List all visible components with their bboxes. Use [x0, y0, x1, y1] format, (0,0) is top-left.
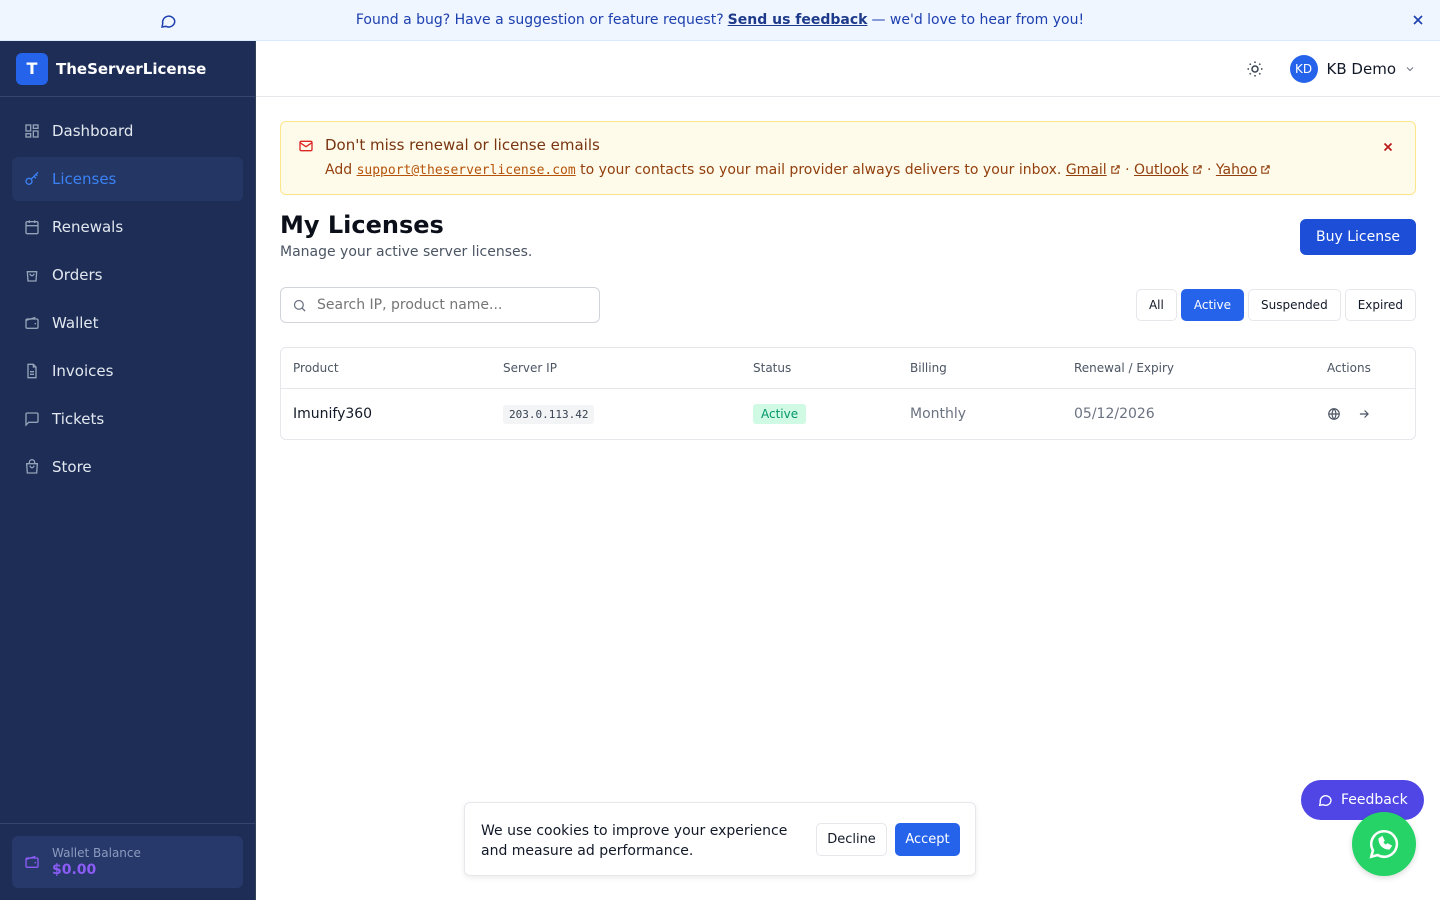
notice-text-after: to your contacts so your mail provider a… [580, 162, 1062, 178]
dashboard-icon [25, 124, 39, 138]
separator: · [1207, 162, 1212, 178]
product-name: Imunify360 [293, 406, 373, 422]
close-icon[interactable] [1410, 12, 1426, 28]
wallet-balance-value: $0.00 [52, 862, 97, 878]
sidebar-item-tickets[interactable]: Tickets [12, 397, 243, 441]
avatar: KD [1289, 55, 1318, 83]
sidebar-item-invoices[interactable]: Invoices [12, 349, 243, 393]
notice-text-before: Add [325, 162, 353, 178]
bag-icon [26, 271, 38, 282]
sidebar-item-label: Renewals [52, 218, 124, 236]
banner-text-after: — we'd love to hear from you! [871, 12, 1085, 28]
main-content: Don't miss renewal or license emails Add… [280, 121, 1416, 440]
sidebar: T TheServerLicense Dashboard Licenses Re… [0, 41, 256, 900]
wallet-icon [25, 855, 39, 868]
sidebar-item-orders[interactable]: Orders [12, 253, 243, 297]
mail-icon [299, 140, 313, 152]
external-link-icon [1261, 165, 1270, 174]
outlook-link[interactable]: Outlook [1134, 162, 1203, 178]
wallet-balance-label: Wallet Balance [52, 846, 141, 860]
sidebar-item-store[interactable]: Store [12, 445, 243, 489]
buy-license-button[interactable]: Buy License [1300, 219, 1416, 255]
table-row[interactable]: Imunify360 203.0.113.42 Active Monthly 0… [281, 389, 1415, 439]
send-feedback-link[interactable]: Send us feedback [728, 12, 868, 28]
search-icon [293, 299, 306, 312]
user-menu[interactable]: KD KB Demo [1289, 55, 1416, 83]
search-input[interactable] [317, 297, 587, 313]
column-header-status[interactable]: Status [753, 361, 791, 375]
gmail-link[interactable]: Gmail [1066, 162, 1121, 178]
sidebar-item-licenses[interactable]: Licenses [12, 157, 243, 201]
sidebar-item-label: Dashboard [52, 122, 134, 140]
whatsapp-button[interactable] [1352, 812, 1416, 876]
page-title: My Licenses [280, 211, 444, 239]
accept-button[interactable]: Accept [895, 823, 960, 856]
divider [0, 823, 255, 824]
column-header-billing[interactable]: Billing [910, 361, 947, 375]
cookie-text: We use cookies to improve your experienc… [481, 823, 788, 859]
brand[interactable]: T TheServerLicense [0, 41, 255, 97]
decline-button[interactable]: Decline [816, 823, 887, 856]
renewal-date: 05/12/2026 [1074, 406, 1155, 422]
sidebar-nav: Dashboard Licenses Renewals Orders Walle… [0, 97, 255, 505]
sidebar-item-renewals[interactable]: Renewals [12, 205, 243, 249]
sun-icon[interactable] [1246, 60, 1264, 78]
brand-logo: T [16, 52, 48, 85]
server-ip: 203.0.113.42 [503, 405, 595, 424]
feedback-button[interactable]: Feedback [1301, 780, 1424, 820]
filter-active-button[interactable]: Active [1180, 289, 1244, 321]
feedback-banner: Found a bug? Have a suggestion or featur… [0, 0, 1440, 41]
filter-suspended-button[interactable]: Suspended [1247, 289, 1341, 321]
email-notice: Don't miss renewal or license emails Add… [280, 121, 1416, 195]
banner-text-before: Found a bug? Have a suggestion or featur… [355, 12, 724, 28]
store-icon [25, 459, 39, 474]
chat-icon [25, 412, 39, 427]
sidebar-item-dashboard[interactable]: Dashboard [12, 109, 243, 153]
sidebar-item-label: Wallet [52, 314, 99, 332]
document-icon [27, 363, 37, 379]
separator: · [1125, 162, 1130, 178]
wallet-icon [25, 316, 39, 329]
user-name: KB Demo [1326, 60, 1396, 78]
key-icon [25, 171, 39, 185]
status-badge: Active [753, 404, 807, 424]
notice-title: Don't miss renewal or license emails [325, 136, 600, 154]
brand-name: TheServerLicense [56, 59, 207, 78]
close-icon[interactable] [1381, 140, 1395, 154]
chat-icon [161, 15, 176, 28]
cookie-banner: We use cookies to improve your experienc… [464, 802, 976, 876]
globe-icon[interactable] [1327, 407, 1341, 421]
feedback-label: Feedback [1341, 792, 1408, 808]
column-header-actions: Actions [1327, 361, 1371, 375]
column-header-product[interactable]: Product [293, 361, 339, 375]
billing-cycle: Monthly [910, 406, 967, 422]
support-email[interactable]: support@theserverlicense.com [357, 163, 576, 178]
licenses-table: Product Server IP Status Billing Renewal… [280, 347, 1416, 440]
column-header-server-ip[interactable]: Server IP [503, 361, 557, 375]
top-header: KD KB Demo [256, 41, 1440, 97]
sidebar-item-label: Store [52, 458, 92, 476]
search-box [280, 287, 600, 323]
wallet-balance-card[interactable]: Wallet Balance $0.00 [12, 836, 243, 888]
arrow-right-icon[interactable] [1357, 407, 1371, 421]
sidebar-item-label: Licenses [52, 170, 117, 188]
filter-all-button[interactable]: All [1135, 289, 1177, 321]
external-link-icon [1192, 165, 1202, 174]
yahoo-link[interactable]: Yahoo [1216, 162, 1271, 178]
notice-text: Add support@theserverlicense.com to your… [325, 162, 1371, 178]
sidebar-item-label: Invoices [52, 362, 114, 380]
sidebar-item-wallet[interactable]: Wallet [12, 301, 243, 345]
chevron-down-icon [1406, 67, 1414, 72]
table-header: Product Server IP Status Billing Renewal… [281, 348, 1415, 389]
sidebar-item-label: Tickets [52, 410, 105, 428]
sidebar-item-label: Orders [52, 266, 103, 284]
filter-expired-button[interactable]: Expired [1344, 289, 1416, 321]
column-header-renewal[interactable]: Renewal / Expiry [1074, 361, 1174, 375]
chat-icon [1318, 795, 1332, 807]
page-subtitle: Manage your active server licenses. [280, 244, 533, 260]
external-link-icon [1110, 165, 1120, 174]
whatsapp-icon [1369, 829, 1399, 859]
status-filter: All Active Suspended Expired [1135, 289, 1416, 321]
calendar-icon [25, 220, 39, 235]
